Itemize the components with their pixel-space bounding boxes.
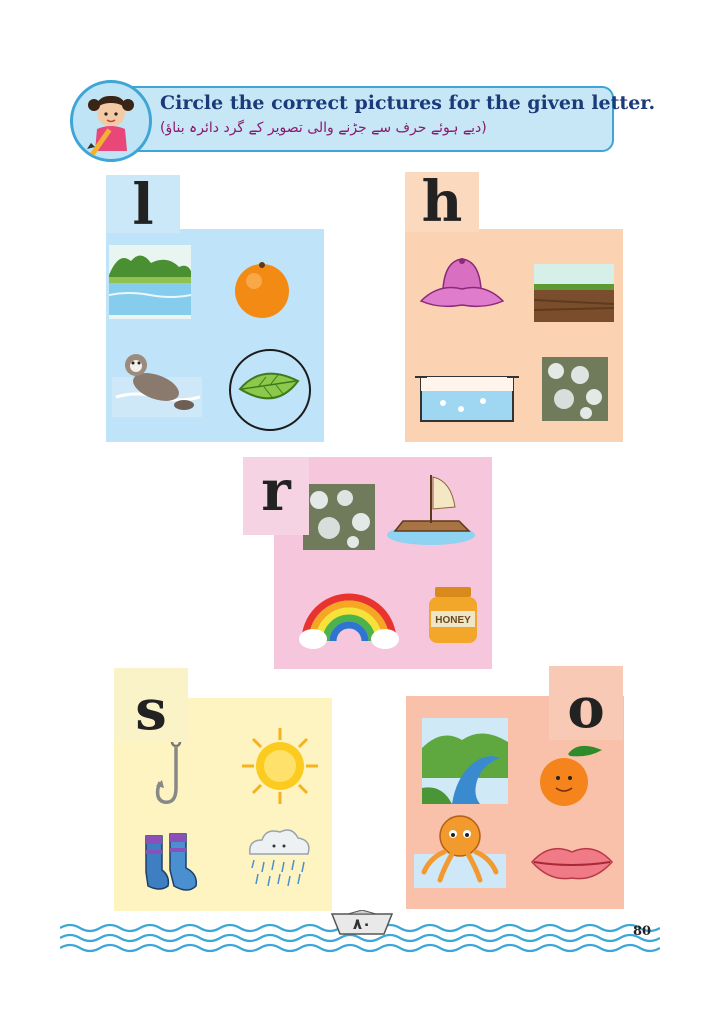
letter-tab-l: l: [106, 175, 180, 233]
soil-icon: [534, 264, 614, 322]
water-tank-icon: [415, 376, 519, 422]
girl-with-pencil-icon: [87, 95, 134, 156]
hook-icon: [155, 736, 182, 804]
rainbow-icon: [299, 593, 399, 649]
card-letter-l: [106, 229, 324, 442]
avatar: [70, 80, 152, 162]
orange-icon: [540, 745, 602, 806]
letter-tab-r: r: [243, 457, 309, 535]
otter-icon: [112, 354, 202, 417]
page-number: 80: [633, 924, 652, 939]
letter-tab-h: h: [405, 172, 479, 232]
page-badge-number: ۸۰: [352, 915, 372, 933]
river-icon: [422, 718, 508, 804]
octopus-icon: [414, 815, 506, 888]
raft-icon: [387, 475, 475, 545]
letter-tab-s: s: [114, 668, 188, 742]
socks-icon: [145, 833, 198, 891]
orange-icon: [235, 262, 289, 318]
lake-icon: [109, 245, 191, 319]
hat-icon: [419, 258, 505, 308]
honey-label: HONEY: [435, 615, 471, 626]
letter-tab-o: o: [549, 666, 623, 740]
card-letter-h: [405, 229, 623, 442]
sun-icon: [242, 728, 318, 804]
hailstones-icon: [542, 357, 608, 421]
urdu-instruction: (دیے ہوئے حرف سے جڑنے والی تصویر کے گرد …: [160, 120, 487, 136]
lips-icon: [530, 847, 614, 880]
honey-jar-icon: HONEY: [429, 587, 477, 643]
leaf-icon: [238, 372, 300, 400]
rain-cloud-icon: [249, 829, 310, 887]
hailstones-icon: [303, 484, 375, 550]
page-title: Circle the correct pictures for the give…: [160, 92, 656, 114]
